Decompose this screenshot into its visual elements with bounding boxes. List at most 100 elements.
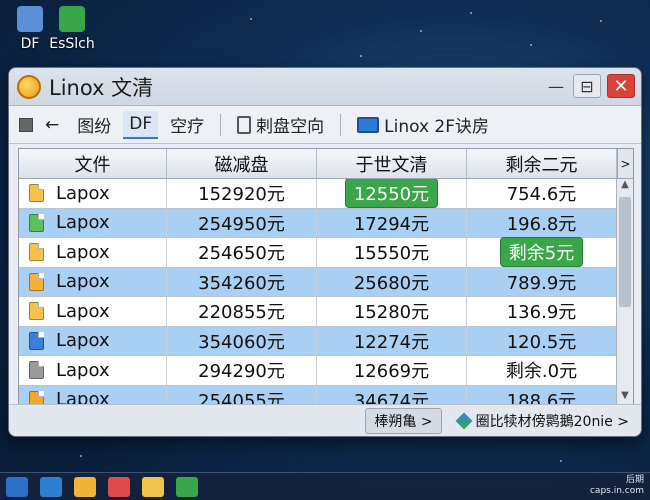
close-button[interactable]: ✕ (607, 74, 635, 98)
cell-used-value: 12274元 (353, 331, 430, 353)
toolbar-item-1[interactable]: 图纷 (71, 109, 117, 140)
cell-remaining: 剩余.0元 (467, 356, 617, 385)
cell-remaining: 754.6元 (467, 179, 617, 208)
status-action-button[interactable]: 棒朔亀 > (365, 407, 442, 434)
cell-size-value: 254055元 (198, 390, 285, 404)
table-row[interactable]: Lapox 254950元 17294元 196.8元 (19, 208, 617, 238)
file-name: Lapox (56, 359, 110, 381)
scroll-down-icon[interactable]: ▼ (617, 390, 633, 404)
cell-remaining-value: 剩余.0元 (505, 361, 578, 383)
cell-used: 34674元 (317, 385, 467, 404)
monitor-icon (357, 116, 380, 133)
taskbar-app-icon[interactable] (142, 476, 164, 497)
table-row[interactable]: Lapox 254650元 15550元 剩余5元 (19, 237, 617, 268)
vertical-scrollbar[interactable]: ▲ ▼ (616, 179, 633, 404)
table-row[interactable]: Lapox 254055元 34674元 188.6元 (19, 385, 617, 404)
cell-name: Lapox (19, 208, 167, 237)
cell-used: 12274元 (317, 326, 467, 355)
file-icon (29, 184, 44, 203)
start-icon[interactable] (6, 476, 28, 497)
cell-size-value: 254650元 (198, 243, 285, 265)
stop-icon[interactable] (19, 117, 33, 132)
file-icon (29, 331, 44, 350)
status-link[interactable]: 圈比犊材傍鹮鵝20nie > (455, 411, 629, 431)
cell-remaining: 剩余5元 (467, 237, 617, 268)
window-title: Linox 文清 (49, 75, 154, 100)
table-row[interactable]: Lapox 152920元 12550元 754.6元 (19, 179, 617, 209)
desktop-icon-app[interactable]: EsSlch (42, 6, 102, 52)
cell-size: 354060元 (167, 326, 317, 355)
cell-size-value: 294290元 (198, 361, 285, 383)
file-name: Lapox (56, 182, 110, 204)
cell-used-value: 25680元 (353, 272, 430, 294)
cell-used: 15550元 (317, 238, 467, 267)
toolbar-separator (220, 113, 222, 136)
scroll-thumb[interactable] (619, 197, 631, 307)
scroll-up-icon[interactable]: ▲ (617, 179, 633, 193)
cell-remaining-value: 136.9元 (506, 302, 577, 324)
file-name: Lapox (56, 330, 110, 352)
toolbar: ← 图纷 DF 空疗 剌盘空向 Linox 2F诀房 (9, 106, 641, 144)
file-name: Lapox (56, 241, 110, 263)
table-body: Lapox 152920元 12550元 754.6元 Lapox 254950元 1729… (19, 179, 617, 404)
toolbar-item-df[interactable]: DF (123, 110, 159, 139)
status-link-label: 圈比犊材傍鹮鵝20nie > (475, 413, 629, 430)
file-icon (29, 213, 44, 232)
table-row[interactable]: Lapox 354260元 25680元 789.9元 (19, 267, 617, 297)
cell-used: 12550元 (317, 179, 467, 209)
cell-used-value: 17294元 (353, 213, 430, 235)
cell-size: 294290元 (167, 356, 317, 385)
table-row[interactable]: Lapox 294290元 12669元 剩余.0元 (19, 356, 617, 386)
cell-used-value: 15280元 (353, 302, 430, 324)
taskbar-app-icon[interactable] (40, 476, 62, 497)
table-row[interactable]: Lapox 354060元 12274元 120.5元 (19, 326, 617, 356)
cell-remaining: 136.9元 (467, 297, 617, 326)
column-header-size[interactable]: 磁减盘 (167, 149, 317, 178)
file-table: 文件 磁减盘 于世文清 剩余二元 > Lapox 152920元 12550元 754… (18, 148, 634, 405)
file-manager-window: Linox 文清 — ⊟ ✕ ← 图纷 DF 空疗 剌盘空向 Linox 2F诀… (8, 67, 642, 437)
back-button[interactable]: ← (39, 112, 65, 138)
cell-used-value: 12550元 (344, 179, 439, 209)
column-header-used[interactable]: 于世文清 (317, 149, 467, 178)
header-scroll-right-button[interactable]: > (617, 149, 633, 178)
diamond-icon (455, 412, 473, 429)
cell-remaining: 789.9元 (467, 267, 617, 296)
cell-used: 17294元 (317, 208, 467, 237)
title-bar[interactable]: Linox 文清 — ⊟ ✕ (9, 68, 641, 106)
cell-size-value: 354060元 (198, 331, 285, 353)
system-tray[interactable]: 后期 caps.in.com (590, 475, 644, 497)
cell-name: Lapox (19, 238, 167, 267)
cell-size: 152920元 (167, 179, 317, 208)
table-row[interactable]: Lapox 220855元 15280元 136.9元 (19, 297, 617, 327)
cell-size: 254950元 (167, 208, 317, 237)
cell-remaining-value: 剩余5元 (499, 237, 584, 268)
folder-icon (17, 6, 43, 32)
cell-name: Lapox (19, 356, 167, 385)
minimize-button[interactable]: — (545, 74, 567, 98)
cell-used-value: 15550元 (353, 243, 430, 265)
file-icon (29, 272, 44, 291)
taskbar-app-icon[interactable] (74, 476, 96, 497)
toolbar-item-3[interactable]: 空疗 (164, 109, 210, 140)
taskbar-app-icon[interactable] (176, 476, 198, 497)
cell-remaining-value: 196.8元 (506, 213, 577, 235)
app-icon (59, 6, 85, 32)
column-header-name[interactable]: 文件 (19, 149, 167, 178)
cell-size-value: 220855元 (198, 302, 285, 324)
restore-button[interactable]: ⊟ (573, 74, 601, 98)
cell-used: 15280元 (317, 297, 467, 326)
cell-remaining: 196.8元 (467, 208, 617, 237)
toolbar-item-linox[interactable]: Linox 2F诀房 (351, 109, 495, 140)
toolbar-item-disk[interactable]: 剌盘空向 (231, 109, 330, 140)
column-header-remaining[interactable]: 剩余二元 (467, 149, 617, 178)
app-logo-icon (17, 74, 41, 99)
cell-size-value: 354260元 (198, 272, 285, 294)
cell-remaining-value: 188.6元 (506, 390, 577, 404)
file-icon (29, 243, 44, 262)
cell-used-value: 34674元 (353, 390, 430, 404)
cell-size-value: 152920元 (198, 184, 285, 206)
file-name: Lapox (56, 212, 110, 234)
desktop-icon-label: EsSlch (49, 36, 95, 52)
file-icon (29, 361, 44, 380)
taskbar-app-icon[interactable] (108, 476, 130, 497)
